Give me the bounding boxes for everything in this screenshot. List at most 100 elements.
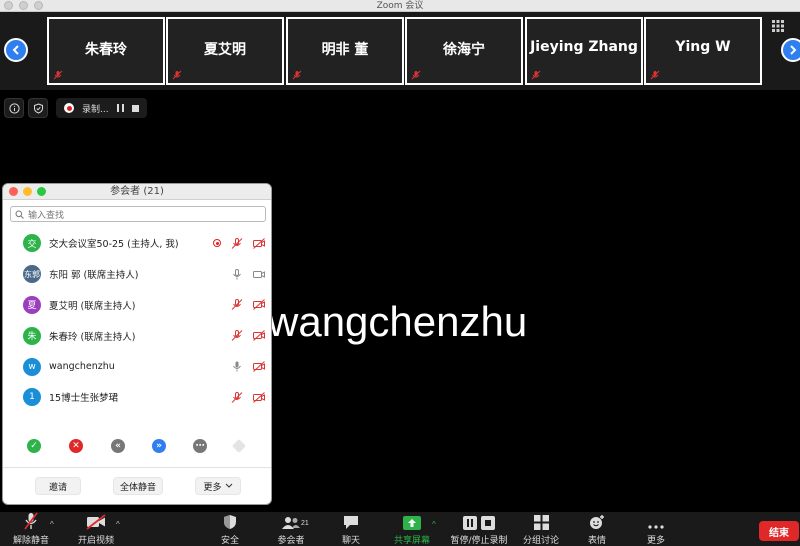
active-speaker-name: wangchenzhu [268, 298, 528, 345]
video-off-icon[interactable] [253, 361, 265, 372]
mic-muted-icon[interactable] [231, 330, 243, 342]
recording-status: 录制... [56, 98, 147, 118]
yes-icon[interactable]: ✓ [27, 439, 41, 453]
mic-muted-icon [172, 70, 182, 80]
video-off-icon[interactable] [253, 392, 265, 403]
video-tile[interactable]: 夏艾明 [166, 17, 284, 85]
mute-all-button[interactable]: 全体静音 [113, 477, 163, 495]
more-options-button[interactable]: 更多 [195, 477, 241, 495]
meeting-info-row: 录制... [4, 98, 147, 118]
avatar: 1 [23, 388, 41, 407]
breakout-rooms-button[interactable]: 分组讨论 [521, 512, 561, 546]
audio-options-caret-icon[interactable]: ^ [50, 520, 54, 529]
share-screen-label: 共享屏幕 [393, 536, 430, 546]
more-icon [648, 525, 664, 529]
video-off-icon [86, 514, 106, 530]
participants-count: 21 [301, 520, 309, 527]
participant-row[interactable]: w wangchenzhu [3, 351, 271, 382]
smiley-icon [590, 515, 604, 529]
unmute-button[interactable]: 解除静音 [11, 512, 51, 546]
more-button[interactable]: 更多 [642, 512, 670, 546]
stop-recording-icon[interactable] [131, 104, 139, 112]
info-icon [8, 102, 20, 114]
invite-button[interactable]: 邀请 [35, 477, 81, 495]
pause-stop-recording-button[interactable]: 暂停/停止录制 [450, 512, 508, 546]
participant-row[interactable]: 1 15博士生张梦珺 [3, 382, 271, 413]
video-off-icon[interactable] [253, 238, 265, 249]
video-tile[interactable]: Ying W [644, 17, 762, 85]
search-icon [15, 210, 24, 219]
avatar: 夏 [23, 295, 41, 314]
avatar: 交 [23, 234, 41, 253]
mic-muted-icon[interactable] [231, 237, 243, 249]
go-faster-icon[interactable]: » [152, 439, 166, 453]
tile-name: Jieying Zhang [530, 39, 638, 55]
video-off-icon[interactable] [253, 299, 265, 311]
window-title: Zoom 会议 [376, 1, 424, 11]
meeting-toolbar: 解除静音 ^ 开启视频 ^ 安全 参会者 21 聊天 共享屏幕 ^ 暂停/停止录… [0, 512, 800, 546]
more-feedback-icon[interactable]: ⋯ [193, 439, 207, 453]
reactions-button[interactable]: 表情 [583, 512, 611, 546]
chevron-left-icon [12, 45, 19, 55]
video-tile[interactable]: Jieying Zhang [525, 17, 643, 85]
next-page-button[interactable] [781, 38, 800, 62]
avatar: w [23, 357, 41, 376]
mic-icon[interactable] [231, 361, 243, 372]
encryption-button[interactable] [28, 98, 48, 118]
video-off-icon[interactable] [253, 330, 265, 342]
panel-title: 参会者 (21) [110, 186, 164, 197]
tile-name: Ying W [675, 39, 731, 55]
stop-icon [481, 516, 495, 530]
participant-row[interactable]: 夏 夏艾明 (联席主持人) [3, 290, 271, 321]
chat-button[interactable]: 聊天 [336, 512, 366, 546]
start-video-button[interactable]: 开启视频 [74, 512, 118, 546]
mic-muted-icon[interactable] [231, 299, 243, 311]
panel-titlebar: 参会者 (21) [3, 184, 271, 200]
participant-row[interactable]: 交 交大会议室50-25 (主持人, 我) [3, 228, 271, 259]
video-options-caret-icon[interactable]: ^ [116, 520, 120, 529]
recording-icon [64, 103, 74, 113]
more-label: 更多 [646, 536, 665, 546]
participants-label: 参会者 [277, 536, 305, 546]
pause-recording-icon[interactable] [116, 104, 124, 112]
participant-search-input[interactable]: 输入查找 [10, 206, 266, 222]
tile-name: 徐海宁 [443, 42, 485, 58]
chat-icon [344, 516, 358, 529]
prev-page-button[interactable] [4, 38, 28, 62]
participant-name: 交大会议室50-25 (主持人, 我) [49, 239, 179, 251]
gallery-view-icon[interactable] [772, 20, 784, 32]
mic-muted-icon[interactable] [231, 391, 243, 403]
chevron-right-icon [790, 45, 797, 55]
participant-name: 朱春玲 (联席主持人) [49, 331, 136, 343]
video-tile[interactable]: 徐海宁 [405, 17, 523, 85]
go-slower-icon[interactable]: « [111, 439, 125, 453]
security-button[interactable]: 安全 [214, 512, 246, 546]
video-icon[interactable] [253, 269, 265, 280]
more-options-label: 更多 [203, 482, 222, 493]
mic-muted-icon [411, 70, 421, 80]
video-tile[interactable]: 朱春玲 [47, 17, 165, 85]
participant-row[interactable]: 东郭 东阳 郭 (联席主持人) [3, 259, 271, 290]
participants-button[interactable]: 参会者 [272, 512, 310, 546]
pause-stop-recording-label: 暂停/停止录制 [450, 536, 508, 546]
breakout-rooms-icon [533, 515, 549, 530]
window-titlebar: Zoom 会议 [0, 0, 800, 12]
chevron-down-icon [225, 483, 232, 488]
meeting-info-button[interactable] [4, 98, 24, 118]
tile-name: 明非 董 [321, 42, 369, 58]
share-screen-icon [403, 516, 421, 530]
search-placeholder: 输入查找 [28, 210, 65, 221]
tile-name: 朱春玲 [85, 42, 127, 58]
video-tile[interactable]: 明非 董 [286, 17, 404, 85]
unmute-label: 解除静音 [12, 536, 49, 546]
clear-feedback-icon[interactable] [231, 438, 247, 454]
share-screen-button[interactable]: 共享屏幕 [392, 512, 432, 546]
end-meeting-button[interactable]: 结束 [759, 521, 799, 541]
mic-muted-icon [531, 70, 541, 80]
participants-icon [282, 517, 300, 529]
participant-row[interactable]: 朱 朱春玲 (联席主持人) [3, 320, 271, 351]
mic-icon[interactable] [231, 268, 243, 280]
share-options-caret-icon[interactable]: ^ [432, 520, 436, 529]
participant-list: 交 交大会议室50-25 (主持人, 我) 东郭 东阳 郭 (联席主持人) 夏 … [3, 228, 271, 413]
no-icon[interactable]: ✕ [69, 439, 83, 453]
